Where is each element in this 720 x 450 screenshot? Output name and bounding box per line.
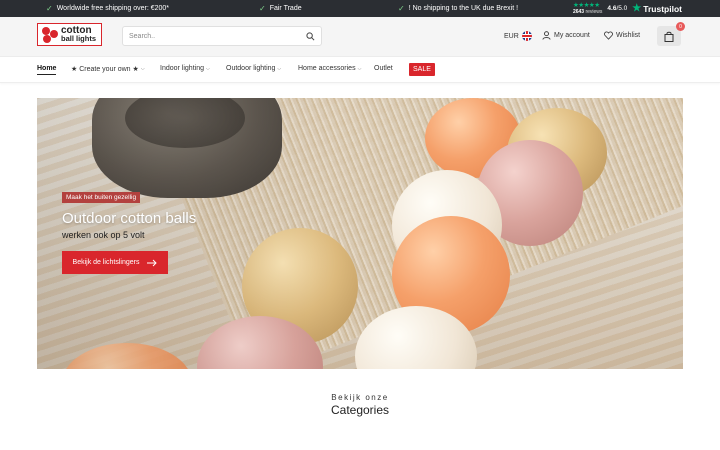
chevron-down-icon: ⌵ (140, 66, 145, 72)
site-header: cotton ball lights Search.. EUR My accou… (0, 17, 720, 57)
trustpilot-star-icon: ★ (632, 3, 642, 14)
trustpilot-logo: ★ Trustpilot (632, 3, 682, 14)
usp-fair-trade: ✓ Fair Trade (259, 4, 302, 13)
nav-item-home-accessories[interactable]: Home accessories ⌵ (298, 65, 361, 72)
hero-tag: Maak het buiten gezellig (62, 192, 141, 203)
my-account-link[interactable]: My account (542, 31, 590, 40)
main-navigation: Home ★ Create your own ★ ⌵ Indoor lightin… (0, 57, 720, 83)
arrow-right-icon (147, 259, 158, 266)
wishlist-link[interactable]: Wishlist (604, 31, 640, 40)
logo-mark-icon (39, 25, 61, 45)
categories-title: Categories (330, 403, 390, 417)
usp-free-shipping: ✓ Worldwide free shipping over: €200* (46, 4, 170, 13)
check-icon: ✓ (46, 4, 53, 13)
hero-subtitle: werken ook op 5 volt (62, 230, 145, 240)
nav-item-outlet[interactable]: Outlet (374, 65, 393, 72)
shopping-bag-icon (664, 31, 674, 42)
hero-banner[interactable]: Maak het buiten gezellig Outdoor cotton … (37, 98, 683, 369)
site-logo[interactable]: cotton ball lights (37, 23, 102, 46)
trustpilot-widget[interactable]: ★★★★★ 2643 reviews 4.6/5.0 ★ Trustpilot (573, 1, 682, 16)
chevron-down-icon: ⌵ (205, 65, 210, 72)
hero-title: Outdoor cotton balls (62, 210, 197, 227)
check-icon: ✓ (259, 4, 266, 13)
chevron-down-icon: ⌵ (357, 65, 362, 72)
announcement-bar: ✓ Worldwide free shipping over: €200* ✓ … (0, 0, 720, 17)
chevron-down-icon: ⌵ (277, 65, 282, 72)
nav-item-outdoor-lighting[interactable]: Outdoor lighting ⌵ (226, 65, 281, 72)
search-input[interactable]: Search.. (122, 26, 322, 46)
cart-count-badge: 0 (676, 22, 685, 31)
uk-flag-icon (521, 31, 532, 41)
heart-icon (604, 31, 613, 40)
currency-selector[interactable]: EUR (504, 31, 532, 41)
nav-item-sale[interactable]: SALE (409, 63, 435, 76)
trustpilot-score: 4.6/5.0 (607, 5, 628, 12)
hero-cta-button[interactable]: Bekijk de lichtslingers (62, 251, 168, 274)
categories-pretitle: Bekijk onze (331, 393, 389, 402)
cart-button[interactable]: 0 (657, 22, 685, 46)
check-icon: ✓ (398, 4, 405, 13)
review-count: 2643 (572, 8, 585, 15)
nav-item-home[interactable]: Home (37, 65, 57, 75)
usp-no-uk-shipping: ✓ ! No shipping to the UK due Brexit ! (398, 4, 519, 13)
nav-item-indoor-lighting[interactable]: Indoor lighting ⌵ (160, 65, 210, 72)
user-icon (542, 31, 551, 40)
nav-item-create-your-own[interactable]: ★ Create your own ★ ⌵ (71, 65, 145, 73)
search-icon[interactable] (306, 31, 315, 41)
